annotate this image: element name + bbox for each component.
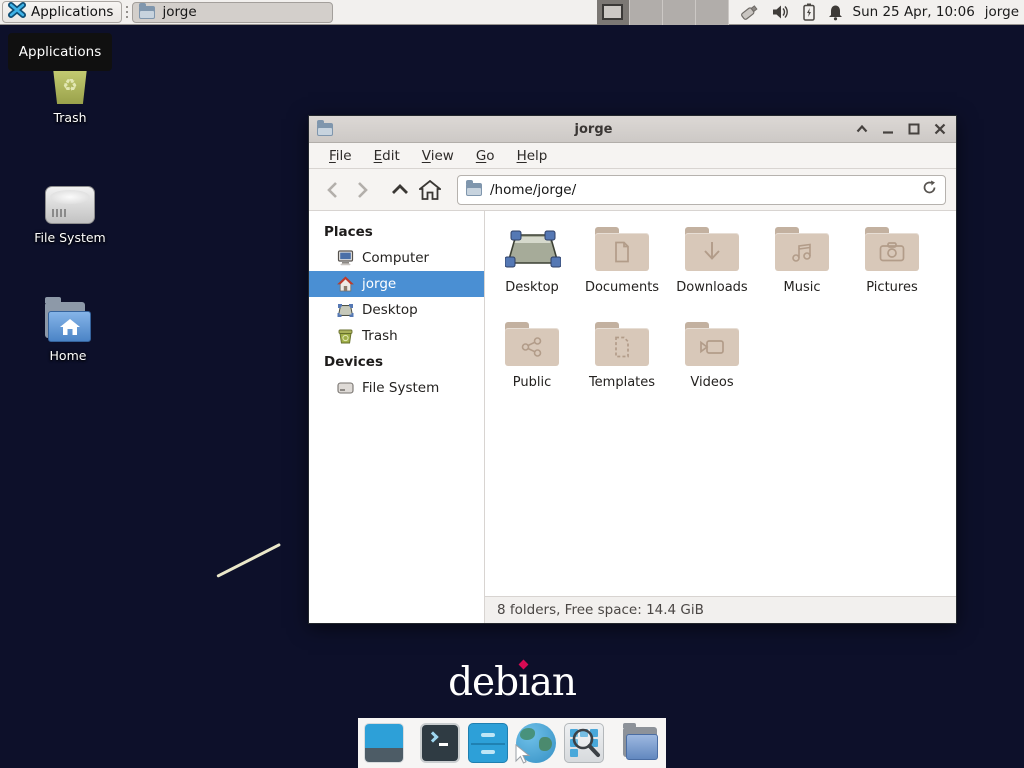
computer-icon xyxy=(337,250,354,266)
folder-item-desktop[interactable]: Desktop xyxy=(487,223,577,318)
folder-item-downloads[interactable]: Downloads xyxy=(667,223,757,318)
magnifier-glyph xyxy=(569,727,603,761)
folder-item-videos[interactable]: Videos xyxy=(667,318,757,413)
workspace-window-preview xyxy=(602,4,623,20)
show-desktop-icon[interactable] xyxy=(364,723,404,763)
public-folder-icon xyxy=(505,322,559,366)
home-folder-icon xyxy=(20,294,116,342)
folder-item-documents[interactable]: Documents xyxy=(577,223,667,318)
desktop-icon xyxy=(337,303,354,318)
menu-go[interactable]: Go xyxy=(467,145,504,167)
terminal-icon[interactable] xyxy=(420,723,460,763)
window-folder-icon xyxy=(139,6,155,19)
window-title-icon xyxy=(317,123,333,136)
music-folder-icon xyxy=(775,227,829,271)
sidebar-item-computer[interactable]: Computer xyxy=(309,245,484,271)
file-grid: Desktop Documents Downloads xyxy=(485,211,956,596)
videos-folder-icon xyxy=(685,322,739,366)
desktop: Applications jorge xyxy=(0,0,1024,768)
debian-logo: debıan xyxy=(392,660,632,705)
sidebar-places-header: Places xyxy=(309,219,484,245)
sidebar-item-file-system[interactable]: File System xyxy=(309,375,484,401)
location-bar[interactable]: /home/jorge/ xyxy=(457,175,946,205)
recycle-glyph: ♻ xyxy=(62,76,77,96)
applications-tooltip: Applications xyxy=(8,33,112,71)
web-browser-icon[interactable] xyxy=(516,723,556,763)
workspace-switcher xyxy=(597,0,729,25)
window-title: jorge xyxy=(333,122,854,137)
desktop-icon-file-system[interactable]: File System xyxy=(22,176,118,245)
reload-button[interactable] xyxy=(922,180,937,199)
application-finder-icon[interactable] xyxy=(564,723,604,763)
applications-menu-label: Applications xyxy=(31,4,113,20)
volume-icon[interactable] xyxy=(772,4,790,20)
forward-button[interactable] xyxy=(349,177,375,203)
panel-grip-handle[interactable] xyxy=(124,4,130,20)
workspace-3[interactable] xyxy=(663,0,696,25)
sidebar: Places Computer jo xyxy=(309,211,485,623)
back-button[interactable] xyxy=(319,177,345,203)
folder-item-pictures[interactable]: Pictures xyxy=(847,223,937,318)
window-titlebar[interactable]: jorge xyxy=(309,116,956,143)
menu-edit[interactable]: Edit xyxy=(365,145,409,167)
menu-file[interactable]: File xyxy=(320,145,361,167)
downloads-folder-icon xyxy=(685,227,739,271)
workspace-2[interactable] xyxy=(630,0,663,25)
menu-help[interactable]: Help xyxy=(508,145,557,167)
statusbar: 8 folders, Free space: 14.4 GiB xyxy=(485,596,956,623)
maximize-button[interactable] xyxy=(906,121,922,137)
house-glyph xyxy=(59,318,81,336)
folder-item-public[interactable]: Public xyxy=(487,318,577,413)
cursor-trail-artifact xyxy=(216,543,281,578)
sidebar-item-desktop[interactable]: Desktop xyxy=(309,297,484,323)
desktop-special-icon xyxy=(505,227,559,271)
removable-media-icon[interactable] xyxy=(739,3,759,21)
dock-panel xyxy=(358,718,666,768)
battery-icon[interactable] xyxy=(803,3,815,21)
applications-menu-button[interactable]: Applications xyxy=(2,1,122,23)
notifications-bell-icon[interactable] xyxy=(828,4,843,21)
minimize-button[interactable] xyxy=(880,121,896,137)
trash-icon xyxy=(337,328,354,344)
workspace-4[interactable] xyxy=(696,0,729,25)
directory-menu-icon[interactable] xyxy=(620,723,660,763)
desktop-icon-home[interactable]: Home xyxy=(20,294,116,363)
documents-folder-icon xyxy=(595,227,649,271)
panel-username: jorge xyxy=(985,4,1019,20)
workspace-1[interactable] xyxy=(597,0,630,25)
folder-item-music[interactable]: Music xyxy=(757,223,847,318)
sidebar-devices-header: Devices xyxy=(309,349,484,375)
cursor-glyph xyxy=(514,744,532,766)
location-path[interactable]: /home/jorge/ xyxy=(490,182,914,198)
file-manager-window: jorge File Edit View Go Help xyxy=(308,115,957,624)
taskbar-window-button[interactable]: jorge xyxy=(132,2,333,23)
sidebar-item-jorge[interactable]: jorge xyxy=(309,271,484,297)
close-button[interactable] xyxy=(932,121,948,137)
panel-clock[interactable]: Sun 25 Apr, 10:06 xyxy=(853,4,975,20)
sidebar-item-trash[interactable]: Trash xyxy=(309,323,484,349)
folder-item-templates[interactable]: Templates xyxy=(577,318,667,413)
up-button[interactable] xyxy=(387,177,413,203)
top-panel: Applications jorge xyxy=(0,0,1024,25)
drive-icon xyxy=(337,381,354,395)
menu-view[interactable]: View xyxy=(413,145,463,167)
location-folder-icon xyxy=(466,183,482,196)
pictures-folder-icon xyxy=(865,227,919,271)
home-button[interactable] xyxy=(417,177,443,203)
system-tray xyxy=(739,3,843,21)
templates-folder-icon xyxy=(595,322,649,366)
hard-drive-icon xyxy=(22,176,118,224)
home-icon xyxy=(337,276,354,292)
toolbar: /home/jorge/ xyxy=(309,169,956,211)
shade-button[interactable] xyxy=(854,121,870,137)
menubar: File Edit View Go Help xyxy=(309,143,956,169)
xfce-logo-icon xyxy=(8,2,26,22)
file-manager-icon[interactable] xyxy=(468,723,508,763)
